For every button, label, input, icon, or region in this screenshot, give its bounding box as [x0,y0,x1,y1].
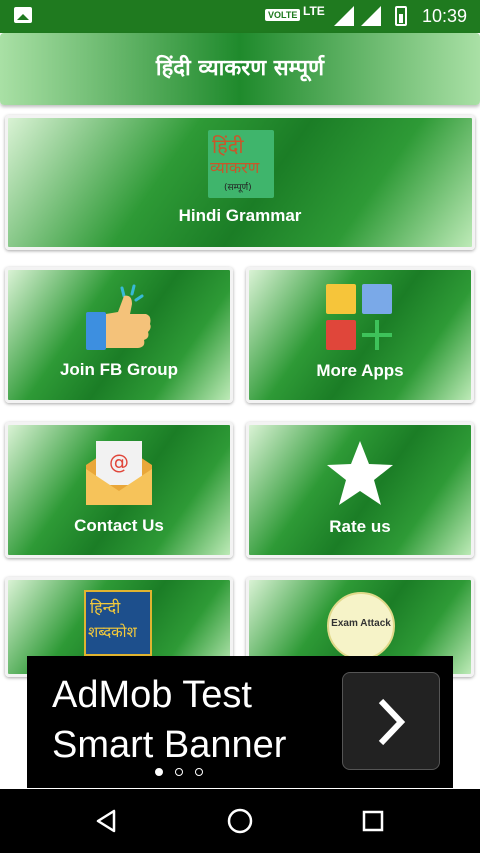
dictionary-logo-line-2: शब्दकोश [88,623,137,641]
rate-us-card[interactable]: Rate us [246,422,474,558]
ad-open-button[interactable] [342,672,440,770]
back-icon[interactable] [94,809,118,833]
app-header: हिंदी व्याकरण सम्पूर्ण [0,33,480,105]
more-apps-card[interactable]: More Apps [246,267,474,403]
logo-line-2: व्याकरण [210,158,260,177]
image-icon [14,7,32,23]
dictionary-logo-line-1: हिन्दी [90,598,121,617]
volte-badge: VOLTE [265,9,301,21]
svg-text:@: @ [109,450,129,474]
join-fb-group-card[interactable]: Join FB Group [5,267,233,403]
signal-icon [361,6,381,26]
join-fb-group-label: Join FB Group [59,360,179,379]
signal-icon [334,6,354,26]
dictionary-logo-icon: हिन्दी शब्दकोश [84,590,152,656]
home-icon[interactable] [227,808,253,834]
logo-line-3: (सम्पूर्ण) [224,183,252,193]
logo-line-1: हिंदी [212,134,244,158]
book-logo-icon: हिंदी व्याकरण (सम्पूर्ण) [208,130,274,198]
navigation-bar [0,789,480,853]
carousel-dot [175,768,183,776]
hindi-grammar-label: Hindi Grammar [178,206,302,225]
email-envelope-icon: @ [86,441,152,505]
recents-icon[interactable] [362,810,384,832]
network-type: LTE [303,4,325,18]
more-apps-label: More Apps [316,361,404,380]
carousel-dot [195,768,203,776]
status-bar: VOLTE LTE 10:39 [0,0,480,33]
ad-text: AdMob Test Smart Banner [52,670,286,770]
battery-icon [395,6,407,26]
hindi-grammar-card[interactable]: हिंदी व्याकरण (सम्पूर्ण) Hindi Grammar [5,115,475,250]
ad-banner[interactable]: AdMob Test Smart Banner [27,656,453,788]
carousel-dot-active [155,768,163,776]
app-title: हिंदी व्याकरण सम्पूर्ण [155,56,325,81]
exam-attack-text: Exam Attack [331,618,391,629]
chevron-right-icon [378,698,406,746]
ad-line-1: AdMob Test [52,674,252,716]
star-icon [327,441,393,505]
ad-line-2: Smart Banner [52,724,287,766]
thumbs-up-icon [86,284,151,350]
apps-grid-icon [326,284,392,350]
status-time: 10:39 [422,6,468,26]
contact-us-card[interactable]: @ Contact Us [5,422,233,558]
rate-us-label: Rate us [329,517,391,536]
exam-attack-logo-icon: Exam Attack [327,592,395,660]
contact-us-label: Contact Us [74,516,164,535]
